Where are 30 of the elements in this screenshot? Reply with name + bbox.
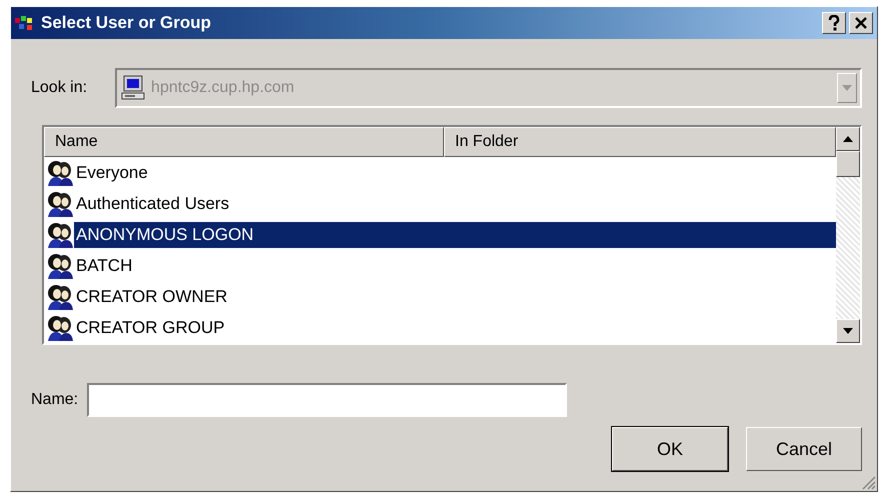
list-item[interactable]: ANONYMOUS LOGON [74, 222, 836, 248]
list-item[interactable]: CREATOR OWNER [74, 284, 230, 310]
computer-icon [121, 75, 148, 101]
user-group-icon [46, 222, 74, 248]
help-button[interactable] [822, 12, 846, 34]
list-item[interactable]: BATCH [74, 252, 134, 278]
scroll-up-icon[interactable] [836, 127, 860, 151]
user-group-icon [46, 160, 74, 186]
look-in-label: Look in: [31, 79, 88, 97]
user-group-icon [46, 314, 74, 340]
help-icon [827, 15, 841, 31]
vertical-scrollbar[interactable] [836, 127, 860, 343]
list-item[interactable]: CREATOR GROUP [74, 314, 227, 340]
list-item[interactable]: Everyone [74, 160, 150, 186]
list-item[interactable]: Authenticated Users [74, 190, 232, 216]
close-button[interactable] [849, 12, 873, 34]
scroll-thumb[interactable] [836, 151, 860, 177]
scroll-down-icon[interactable] [836, 319, 860, 343]
user-group-icon [46, 252, 74, 278]
cancel-button[interactable]: Cancel [746, 427, 862, 471]
window-title: Select User or Group [41, 13, 212, 33]
name-label: Name: [31, 391, 78, 409]
user-group-icon [46, 284, 74, 310]
user-group-icon [46, 190, 74, 216]
column-header[interactable]: In Folder [444, 127, 836, 157]
resize-grip-icon[interactable] [860, 474, 876, 490]
column-header[interactable]: Name [44, 127, 444, 157]
name-input[interactable] [87, 383, 568, 417]
close-icon [854, 16, 868, 30]
ok-button[interactable]: OK [612, 427, 728, 471]
